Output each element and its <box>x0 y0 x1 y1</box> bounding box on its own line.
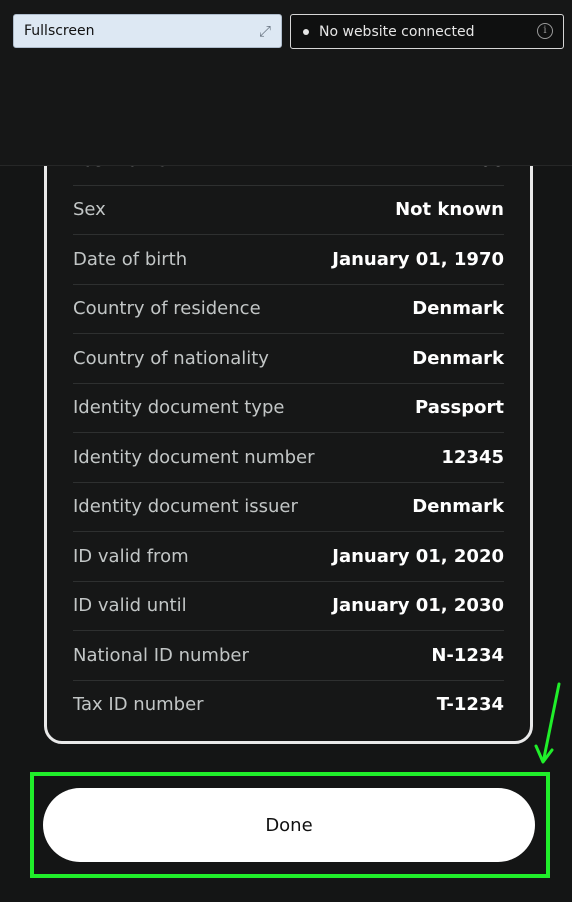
detail-value: Denmark <box>412 496 504 518</box>
connection-status-box[interactable]: No website connected i <box>290 14 564 49</box>
fullscreen-label: Fullscreen <box>24 23 95 39</box>
detail-value: T-1234 <box>436 694 504 716</box>
detail-value: Passport <box>414 397 504 419</box>
detail-row: ID valid until January 01, 2030 <box>73 582 504 631</box>
status-dot-icon <box>303 28 309 35</box>
info-icon[interactable]: i <box>537 23 553 39</box>
detail-row: Identity document issuer Denmark <box>73 483 504 532</box>
detail-row: Date of birth January 01, 1970 <box>73 235 504 285</box>
detail-row: Identity document number 12345 <box>73 433 504 483</box>
done-button[interactable]: Done <box>43 788 535 862</box>
top-bar: Fullscreen ⤢ No website connected i <box>0 0 572 166</box>
details-list: Last nameDoe SexNot known Date of birthJ… <box>73 136 504 729</box>
detail-label: Tax ID number <box>73 694 204 716</box>
detail-value: Denmark <box>412 347 504 369</box>
connection-status-text: No website connected <box>319 23 475 40</box>
fullscreen-button[interactable]: Fullscreen ⤢ <box>13 14 282 48</box>
detail-row: ID valid from January 01, 2020 <box>73 532 504 582</box>
detail-label: Country of nationality <box>73 347 269 369</box>
detail-row: Country of nationality Denmark <box>73 334 504 384</box>
detail-label: Date of birth <box>73 248 188 270</box>
detail-row: Tax ID number T-1234 <box>73 681 504 730</box>
detail-value: January 01, 1970 <box>332 248 504 270</box>
detail-value: N-1234 <box>431 644 504 666</box>
done-label: Done <box>265 814 313 836</box>
detail-label: ID valid from <box>73 545 189 567</box>
detail-value: Not known <box>395 199 504 221</box>
detail-value: 12345 <box>441 446 504 468</box>
detail-value: January 01, 2030 <box>332 595 504 617</box>
detail-label: National ID number <box>73 644 249 666</box>
detail-label: Identity document type <box>73 397 285 419</box>
detail-label: ID valid until <box>73 595 187 617</box>
detail-label: Country of residence <box>73 298 261 320</box>
detail-row: National ID number N-1234 <box>73 631 504 681</box>
detail-row: Identity document type Passport <box>73 384 504 433</box>
detail-value: Denmark <box>412 298 504 320</box>
expand-icon: ⤢ <box>258 22 271 40</box>
detail-label: Identity document number <box>73 446 315 468</box>
detail-value: January 01, 2020 <box>332 545 504 567</box>
detail-label: Identity document issuer <box>73 496 298 518</box>
arrow-down-icon <box>534 682 561 764</box>
detail-row: Country of residence Denmark <box>73 285 504 334</box>
detail-row: Sex Not known <box>73 186 504 235</box>
detail-label: Sex <box>73 199 106 221</box>
